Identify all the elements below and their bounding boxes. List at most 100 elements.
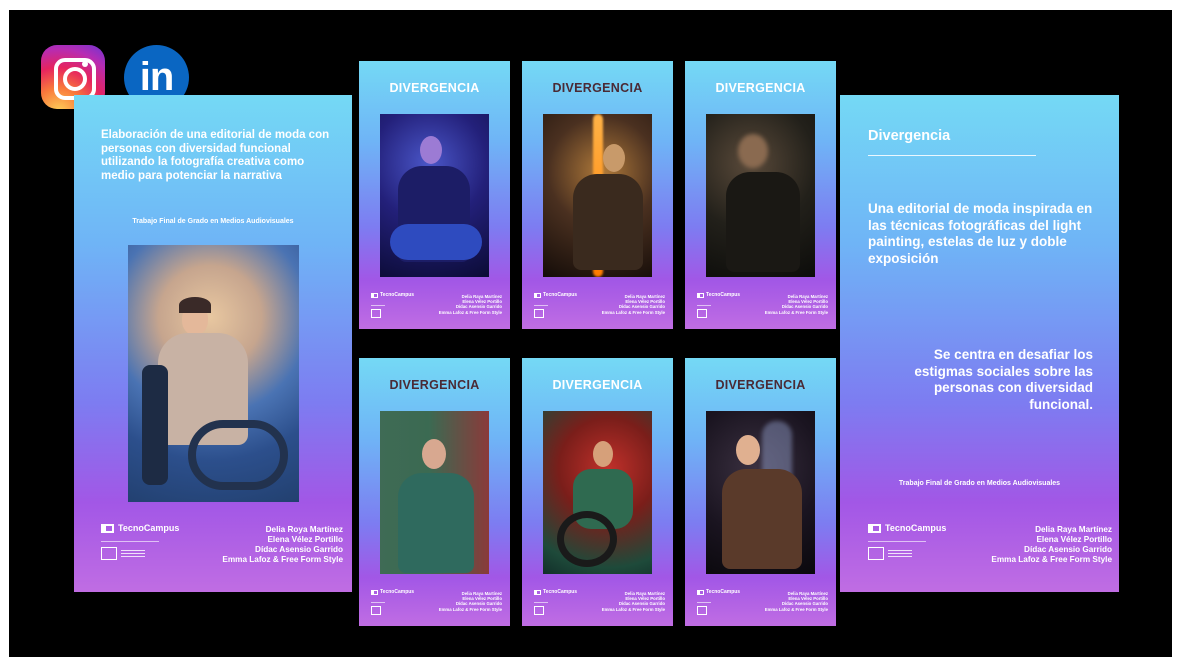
poster-statement: Se centra en desafiar los estigmas socia… — [914, 347, 1093, 412]
tecnocampus-mark-icon — [534, 589, 541, 595]
figure-hair — [179, 297, 211, 313]
tecnocampus-logo-text: TecnoCampus — [706, 589, 741, 595]
credit-line: Emma Lafoz & Free Form Style — [601, 309, 665, 315]
small-poster: DIVERGENCIA TecnoCampus Delia Raya Martí… — [359, 358, 510, 626]
fine-print — [697, 305, 711, 306]
wheelchair-wheel — [188, 420, 288, 490]
credit-line: Emma Lafoz & Free Form Style — [438, 606, 502, 612]
credits: Delia Raya Martínez Elena Vélez Portillo… — [602, 294, 665, 315]
tecnocampus-logo: TecnoCampus — [697, 292, 740, 298]
tecnocampus-logo: TecnoCampus — [371, 589, 414, 595]
upf-mark-icon — [534, 606, 544, 615]
tecnocampus-logo: TecnoCampus — [534, 589, 577, 595]
upf-text-lines — [121, 548, 145, 559]
figure-head — [420, 136, 442, 164]
figure-head — [422, 439, 446, 469]
poster-photo — [543, 411, 652, 574]
credit-line: Delia Roya Martínez — [265, 525, 343, 534]
fine-print — [697, 602, 711, 603]
upf-mark-icon — [534, 309, 544, 318]
tecnocampus-logo: TecnoCampus — [371, 292, 414, 298]
left-poster: Elaboración de una editorial de moda con… — [74, 95, 352, 592]
figure-legs — [390, 224, 482, 260]
figure-head — [603, 144, 625, 172]
small-poster: DIVERGENCIA TecnoCampus Delia Raya Martí… — [685, 358, 836, 626]
credit-line: Emma Lafoz & Free Form Style — [991, 555, 1112, 564]
tecnocampus-logo-text: TecnoCampus — [885, 523, 947, 533]
poster-photo — [128, 245, 299, 502]
tecnocampus-mark-icon — [868, 523, 881, 533]
heading-divider — [868, 155, 1036, 156]
tecnocampus-logo-text: TecnoCampus — [118, 523, 180, 533]
fine-print — [101, 541, 159, 542]
upf-logo — [101, 547, 145, 560]
credit-line: Dídac Asensio Garrido — [1024, 545, 1112, 554]
upf-mark-icon — [101, 547, 117, 560]
poster-photo — [706, 411, 815, 574]
poster-intro-text: Elaboración de una editorial de moda con… — [101, 129, 330, 182]
upf-logo — [868, 547, 912, 560]
credits: Delia Raya Martínez Elena Vélez Portillo… — [602, 591, 665, 612]
credits: Delia Raya Martínez Elena Vélez Portillo… — [439, 591, 502, 612]
credit-line: Emma Lafoz & Free Form Style — [764, 309, 828, 315]
figure-body — [398, 473, 474, 573]
poster-subtitle: Trabajo Final de Grado en Medios Audiovi… — [898, 480, 1061, 487]
upf-text-lines — [888, 548, 912, 559]
credit-line: Elena Vélez Portillo — [1036, 535, 1112, 544]
tecnocampus-logo: TecnoCampus — [697, 589, 740, 595]
credit-line: Delia Raya Martínez — [1035, 525, 1112, 534]
credits: Delia Raya Martínez Elena Vélez Portillo… — [765, 294, 828, 315]
wheelchair-frame — [142, 365, 168, 485]
figure-body — [726, 172, 800, 272]
credits: Delia Raya Martínez Elena Vélez Portillo… — [765, 591, 828, 612]
tecnocampus-logo-text: TecnoCampus — [543, 292, 578, 298]
poster-title: DIVERGENCIA — [715, 378, 806, 392]
poster-photo — [543, 114, 652, 277]
tecnocampus-mark-icon — [697, 292, 704, 298]
poster-subtitle: Trabajo Final de Grado en Medios Audiovi… — [132, 218, 294, 225]
poster-title: DIVERGENCIA — [389, 81, 480, 95]
poster-heading: Divergencia — [868, 128, 951, 144]
fine-print — [371, 305, 385, 306]
poster-photo — [706, 114, 815, 277]
small-poster: DIVERGENCIA TecnoCampus Delia Raya Martí… — [685, 61, 836, 329]
credit-line: Emma Lafoz & Free Form Style — [222, 555, 343, 564]
fine-print — [868, 541, 926, 542]
credits: Delia Roya Martínez Elena Vélez Portillo… — [222, 525, 343, 565]
right-poster: Divergencia Una editorial de moda inspir… — [840, 95, 1119, 592]
tecnocampus-logo: TecnoCampus — [868, 523, 946, 533]
figure-head — [593, 441, 613, 467]
tecnocampus-mark-icon — [697, 589, 704, 595]
tecnocampus-mark-icon — [371, 589, 378, 595]
tecnocampus-logo-text: TecnoCampus — [543, 589, 578, 595]
small-poster: DIVERGENCIA TecnoCampus Delia Raya Martí… — [522, 61, 673, 329]
poster-photo — [380, 114, 489, 277]
fine-print — [534, 602, 548, 603]
poster-title: DIVERGENCIA — [552, 378, 643, 392]
tecnocampus-logo: TecnoCampus — [534, 292, 577, 298]
tecnocampus-logo-text: TecnoCampus — [380, 589, 415, 595]
wheelchair-wheel — [557, 511, 617, 567]
poster-title: DIVERGENCIA — [552, 81, 643, 95]
credit-line: Emma Lafoz & Free Form Style — [438, 309, 502, 315]
credit-line: Dídac Asensio Garrido — [255, 545, 343, 554]
poster-photo — [380, 411, 489, 574]
tecnocampus-mark-icon — [534, 292, 541, 298]
upf-mark-icon — [868, 547, 884, 560]
figure-head — [736, 435, 760, 465]
poster-title: DIVERGENCIA — [715, 81, 806, 95]
figure-body — [722, 469, 802, 569]
tecnocampus-logo: TecnoCampus — [101, 523, 179, 533]
small-poster: DIVERGENCIA TecnoCampus Delia Raya Martí… — [359, 61, 510, 329]
upf-mark-icon — [371, 606, 381, 615]
credits: Delia Raya Martínez Elena Vélez Portillo… — [439, 294, 502, 315]
tecnocampus-logo-text: TecnoCampus — [706, 292, 741, 298]
credit-line: Emma Lafoz & Free Form Style — [764, 606, 828, 612]
poster-description: Una editorial de moda inspirada en las t… — [868, 201, 1093, 266]
credit-line: Emma Lafoz & Free Form Style — [601, 606, 665, 612]
credit-line: Elena Vélez Portillo — [267, 535, 343, 544]
small-poster: DIVERGENCIA TecnoCampus Delia Raya Martí… — [522, 358, 673, 626]
figure-head — [738, 134, 768, 168]
upf-mark-icon — [697, 606, 707, 615]
instagram-dot — [82, 61, 88, 67]
